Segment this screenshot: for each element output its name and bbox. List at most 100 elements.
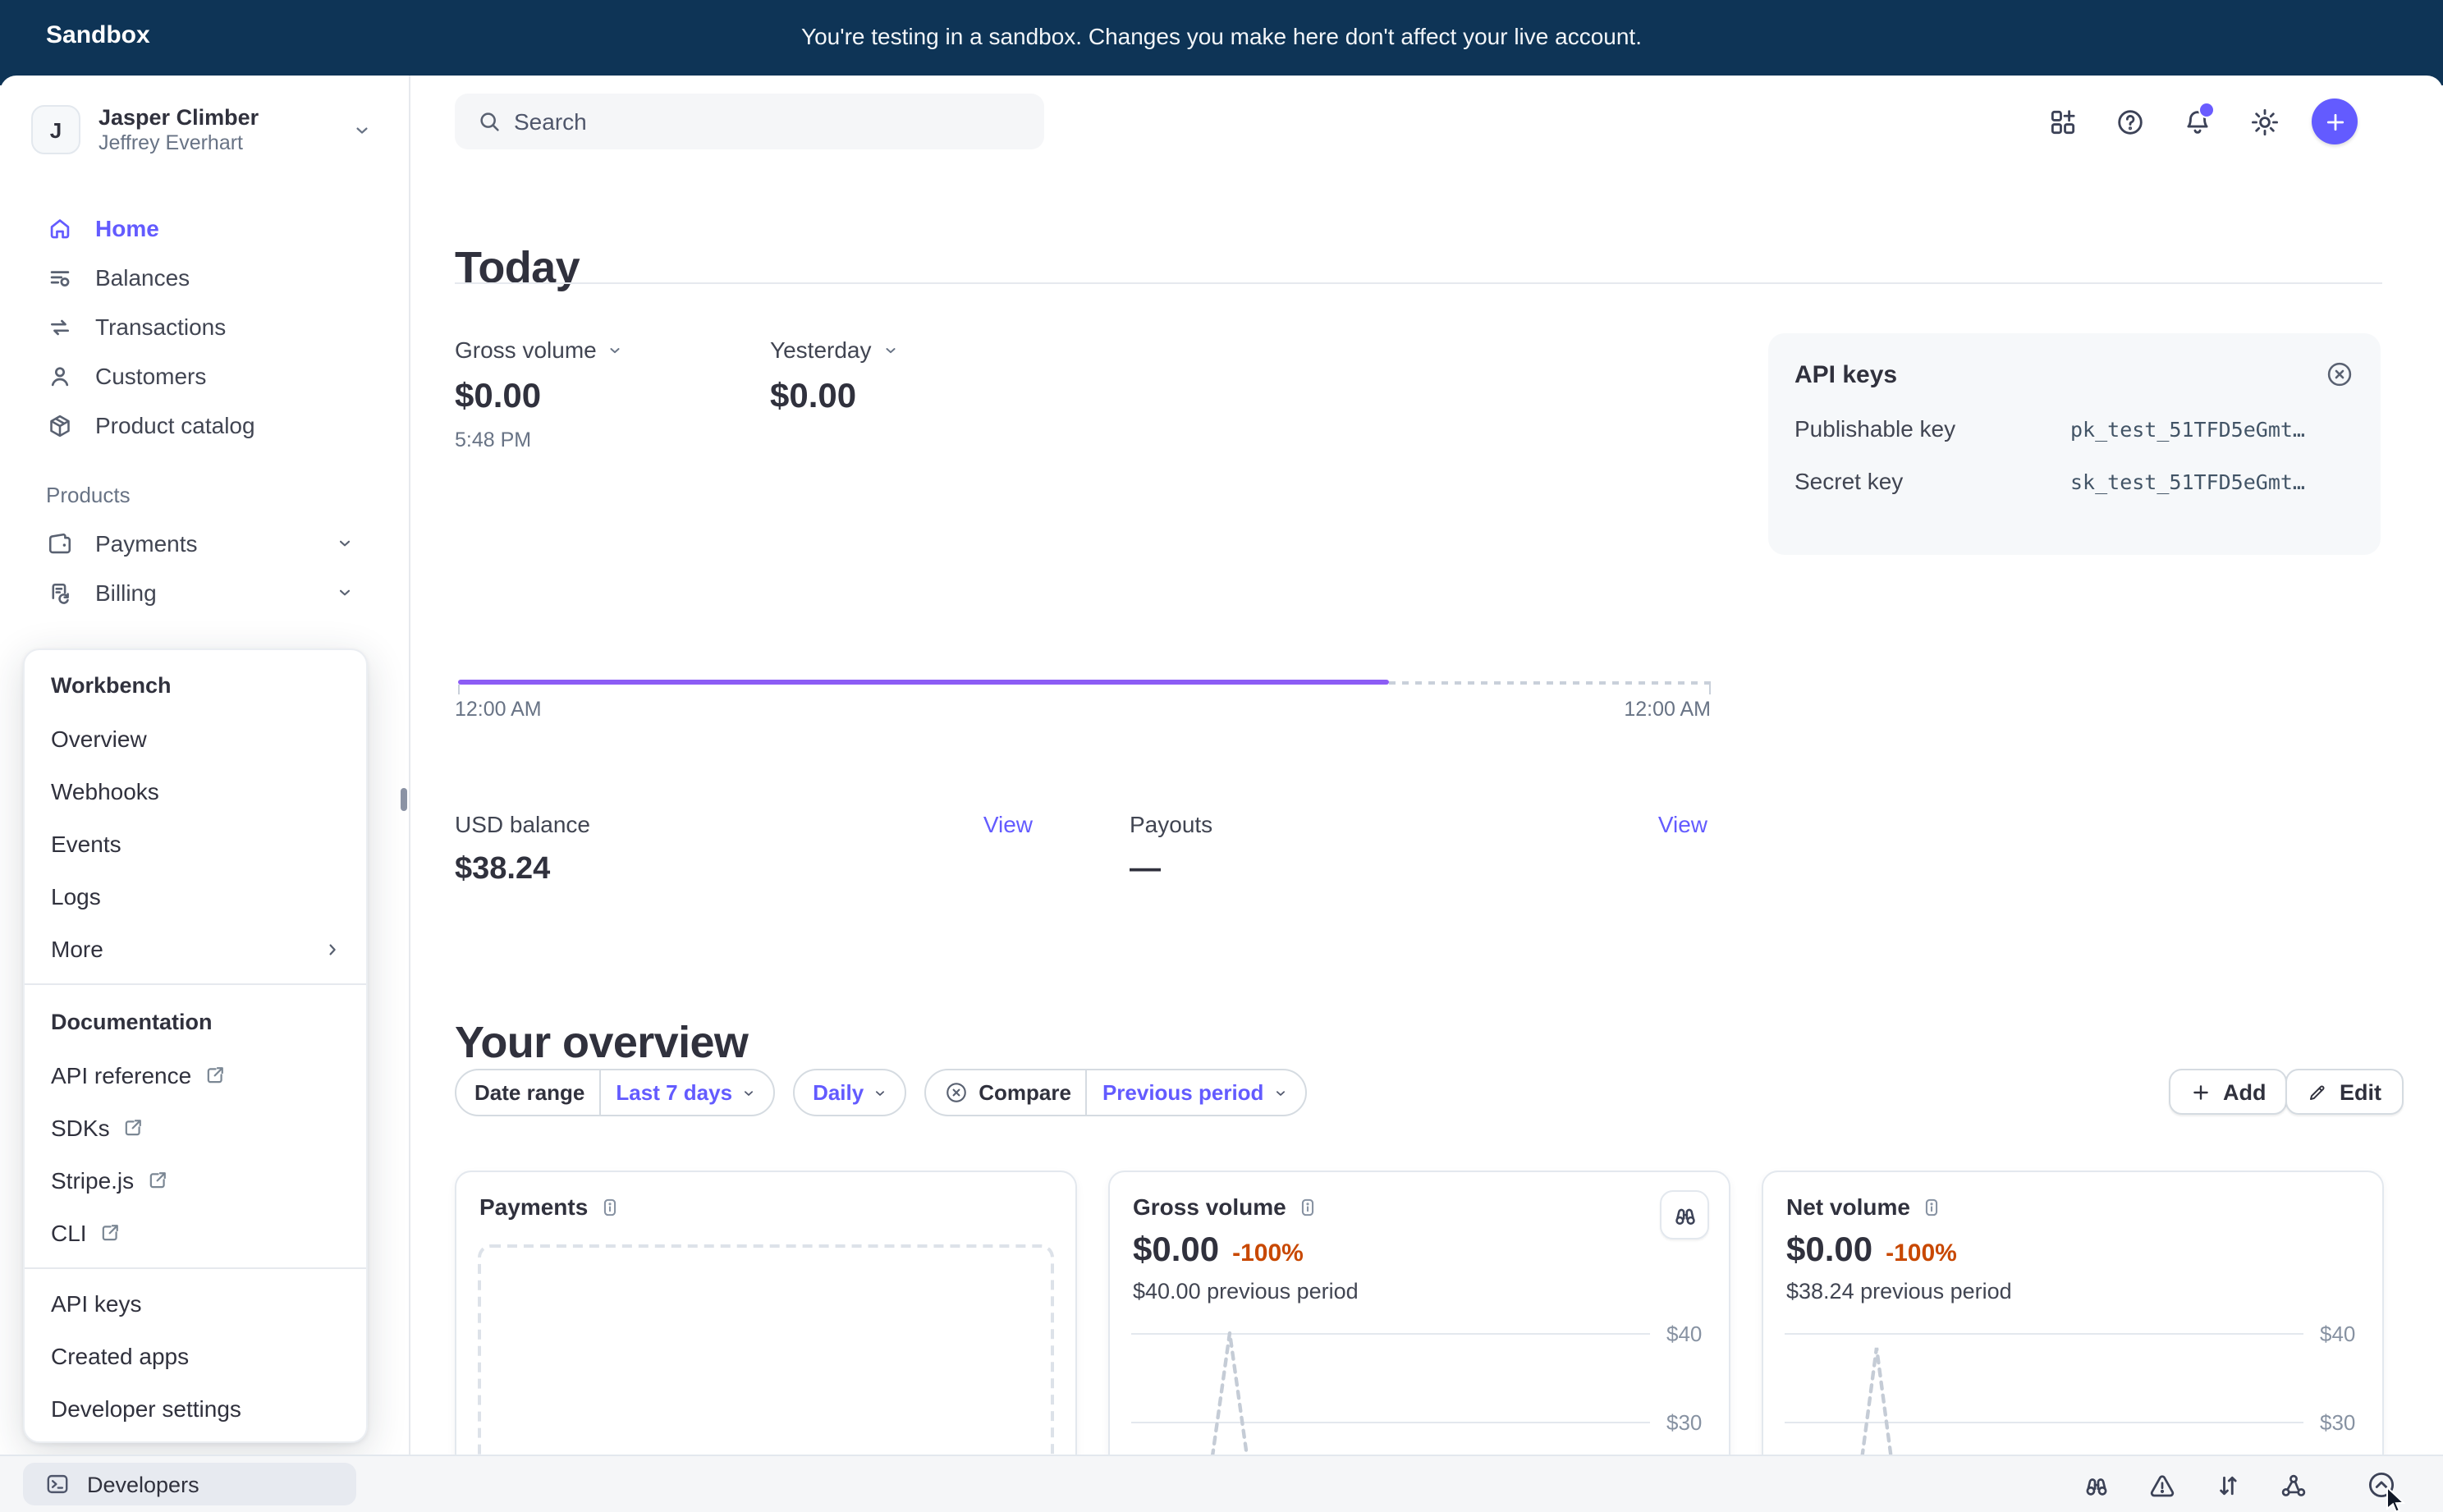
- menu-item-events[interactable]: Events: [25, 818, 366, 870]
- external-link-icon: [99, 1221, 121, 1244]
- menu-item-developer-settings[interactable]: Developer settings: [25, 1382, 366, 1435]
- developer-toolbar: Developers: [0, 1455, 2443, 1512]
- notifications-button[interactable]: [2177, 99, 2216, 144]
- apps-button[interactable]: [2042, 99, 2082, 144]
- menu-item-api-reference[interactable]: API reference: [25, 1049, 366, 1102]
- chevron-down-icon: [872, 1084, 888, 1101]
- menu-item-overview[interactable]: Overview: [25, 712, 366, 765]
- sidebar-item-label: Product catalog: [95, 412, 255, 438]
- gross-volume-card-delta: -100%: [1232, 1239, 1304, 1267]
- inspector-button[interactable]: [2064, 1464, 2129, 1506]
- webhooks-button[interactable]: [2261, 1464, 2326, 1506]
- menu-item-logs[interactable]: Logs: [25, 870, 366, 923]
- arrows-down-up-icon: [2213, 1470, 2243, 1500]
- sidebar-item-customers[interactable]: Customers: [0, 351, 409, 401]
- terminal-icon: [44, 1471, 71, 1497]
- chevron-down-icon: [740, 1084, 757, 1101]
- usd-balance-value: $38.24: [455, 852, 1033, 888]
- chevron-down-icon: [351, 119, 373, 140]
- compare-filter[interactable]: Compare Previous period: [924, 1069, 1306, 1116]
- search-icon: [476, 108, 502, 135]
- menu-item-more[interactable]: More: [25, 923, 366, 975]
- explore-button[interactable]: [1660, 1190, 1709, 1239]
- warning-icon: [2147, 1470, 2177, 1500]
- section-divider: [455, 282, 2382, 284]
- menu-item-webhooks[interactable]: Webhooks: [25, 765, 366, 818]
- secret-key-row: Secret key sk_test_51TFD5eGmt…: [1794, 468, 2354, 494]
- interval-value: Daily: [795, 1070, 905, 1115]
- external-link-icon: [203, 1064, 226, 1087]
- close-circle-icon[interactable]: [944, 1080, 969, 1105]
- menu-item-created-apps[interactable]: Created apps: [25, 1330, 366, 1382]
- today-chart-line-dashed: [1389, 680, 1711, 684]
- search-input[interactable]: [455, 94, 1044, 149]
- api-requests-button[interactable]: [2195, 1464, 2261, 1506]
- menu-item-cli[interactable]: CLI: [25, 1207, 366, 1259]
- gross-volume-value: $0.00: [455, 378, 625, 417]
- errors-button[interactable]: [2129, 1464, 2195, 1506]
- mouse-cursor: [2384, 1487, 2417, 1512]
- usd-balance-section: USD balance View $38.24: [455, 811, 1033, 888]
- menu-item-label: API reference: [51, 1062, 191, 1088]
- y-tick-bottom: $30: [2320, 1410, 2355, 1435]
- balances-icon: [46, 263, 74, 291]
- avatar: J: [31, 105, 80, 154]
- developers-menu: Workbench Overview Webhooks Events Logs …: [23, 648, 368, 1443]
- y-tick-top: $40: [2320, 1322, 2355, 1346]
- secret-key-value[interactable]: sk_test_51TFD5eGmt…: [2070, 469, 2305, 493]
- chevron-down-icon: [335, 534, 355, 553]
- usd-balance-view-link[interactable]: View: [983, 811, 1033, 837]
- menu-divider: [25, 1267, 366, 1269]
- sidebar-heading-products: Products: [0, 470, 409, 519]
- chevron-down-icon: [607, 341, 625, 359]
- account-switcher[interactable]: J Jasper Climber Jeffrey Everhart: [20, 97, 389, 163]
- menu-item-label: Stripe.js: [51, 1167, 134, 1194]
- create-button[interactable]: [2312, 99, 2358, 144]
- payouts-view-link[interactable]: View: [1658, 811, 1707, 837]
- info-icon: [1298, 1196, 1319, 1217]
- sandbox-banner: Sandbox You're testing in a sandbox. Cha…: [0, 0, 2443, 85]
- developers-button[interactable]: Developers: [23, 1463, 356, 1505]
- sidebar-item-payments[interactable]: Payments: [0, 519, 409, 568]
- sidebar-item-label: Balances: [95, 264, 190, 291]
- api-keys-title: API keys: [1794, 360, 1897, 388]
- header-actions: [2042, 99, 2358, 144]
- plus-icon: [2190, 1081, 2212, 1102]
- info-icon: [1922, 1196, 1943, 1217]
- payments-card-title: Payments: [479, 1194, 588, 1220]
- chart-tick: [1709, 685, 1711, 694]
- menu-heading-workbench: Workbench: [25, 657, 366, 712]
- metric-label: Gross volume: [455, 337, 597, 363]
- edit-button-label: Edit: [2340, 1079, 2381, 1104]
- help-button[interactable]: [2110, 99, 2149, 144]
- interval-filter[interactable]: Daily: [793, 1069, 906, 1116]
- add-button[interactable]: Add: [2169, 1069, 2288, 1115]
- date-range-filter[interactable]: Date range Last 7 days: [455, 1069, 775, 1116]
- gross-volume-card: Gross volume $0.00 -100% $40.00 previous…: [1108, 1171, 1730, 1499]
- menu-item-stripejs[interactable]: Stripe.js: [25, 1154, 366, 1207]
- gear-icon: [2248, 106, 2280, 137]
- sidebar-item-home[interactable]: Home: [0, 204, 409, 253]
- sidebar-item-billing[interactable]: Billing: [0, 568, 409, 617]
- payments-card: Payments: [455, 1171, 1077, 1499]
- menu-item-api-keys[interactable]: API keys: [25, 1277, 366, 1330]
- menu-item-sdks[interactable]: SDKs: [25, 1102, 366, 1154]
- menu-heading-documentation: Documentation: [25, 993, 366, 1049]
- sidebar-item-product-catalog[interactable]: Product catalog: [0, 401, 409, 450]
- sidebar-item-label: Customers: [95, 363, 206, 389]
- plus-icon: [2322, 109, 2347, 134]
- net-volume-card-value: $0.00: [1786, 1231, 1872, 1271]
- sidebar-item-transactions[interactable]: Transactions: [0, 302, 409, 351]
- net-volume-card-title: Net volume: [1786, 1194, 1910, 1220]
- search-bar: [455, 94, 1044, 149]
- y-tick-bottom: $30: [1666, 1410, 1702, 1435]
- yesterday-selector[interactable]: Yesterday: [770, 337, 900, 363]
- publishable-key-value[interactable]: pk_test_51TFD5eGmt…: [2070, 416, 2305, 441]
- sidebar-divider: [409, 76, 410, 1455]
- edit-button[interactable]: Edit: [2285, 1069, 2403, 1115]
- chart-start-label: 12:00 AM: [455, 698, 542, 721]
- close-circle-icon[interactable]: [2325, 360, 2354, 389]
- settings-button[interactable]: [2244, 99, 2284, 144]
- gross-volume-selector[interactable]: Gross volume: [455, 337, 625, 363]
- sidebar-item-balances[interactable]: Balances: [0, 253, 409, 302]
